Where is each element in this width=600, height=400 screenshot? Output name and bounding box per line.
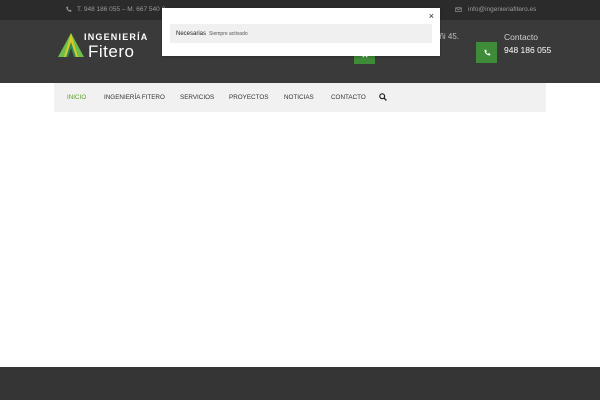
topbar-email-text: info@ingenieriafitero.es: [468, 6, 537, 13]
cookie-preferences-popup: × Necesarias Siempre activado: [162, 8, 440, 56]
phone-icon-box: [476, 42, 497, 63]
logo-triangle-icon: [58, 33, 84, 57]
search-icon[interactable]: [379, 93, 387, 101]
nav-item-proyectos[interactable]: PROYECTOS: [229, 94, 268, 101]
mail-icon: [455, 6, 462, 13]
cookie-category-status: Siempre activado: [209, 30, 248, 37]
cookie-category-name: Necesarias: [176, 30, 207, 37]
nav-item-inicio[interactable]: INICIO: [67, 94, 86, 101]
logo-line-2: Fitero: [88, 42, 135, 61]
contact-block[interactable]: [476, 42, 497, 63]
topbar-email[interactable]: info@ingenieriafitero.es: [455, 6, 536, 13]
contact-title: Contacto: [504, 32, 539, 42]
cookie-category-row[interactable]: Necesarias Siempre activado: [170, 24, 432, 43]
logo-line-1: INGENIERÍA: [84, 32, 149, 42]
nav-item-servicios[interactable]: SERVICIOS: [180, 94, 214, 101]
contact-number[interactable]: 948 186 055: [504, 45, 551, 55]
close-icon[interactable]: ×: [429, 11, 434, 21]
main-nav: INICIO INGENIERÍA FITERO SERVICIOS PROYE…: [54, 83, 546, 112]
site-footer: [0, 367, 600, 400]
site-logo[interactable]: INGENIERÍA Fitero: [56, 30, 156, 70]
nav-item-ingenieria-fitero[interactable]: INGENIERÍA FITERO: [104, 94, 165, 101]
nav-item-noticias[interactable]: NOTICIAS: [284, 94, 314, 101]
topbar-phone[interactable]: T. 948 186 055 – M. 667 540 3: [65, 6, 165, 13]
phone-icon: [65, 6, 72, 13]
nav-item-contacto[interactable]: CONTACTO: [331, 94, 366, 101]
topbar-phone-text: T. 948 186 055 – M. 667 540 3: [77, 6, 166, 13]
phone-icon: [484, 49, 490, 55]
